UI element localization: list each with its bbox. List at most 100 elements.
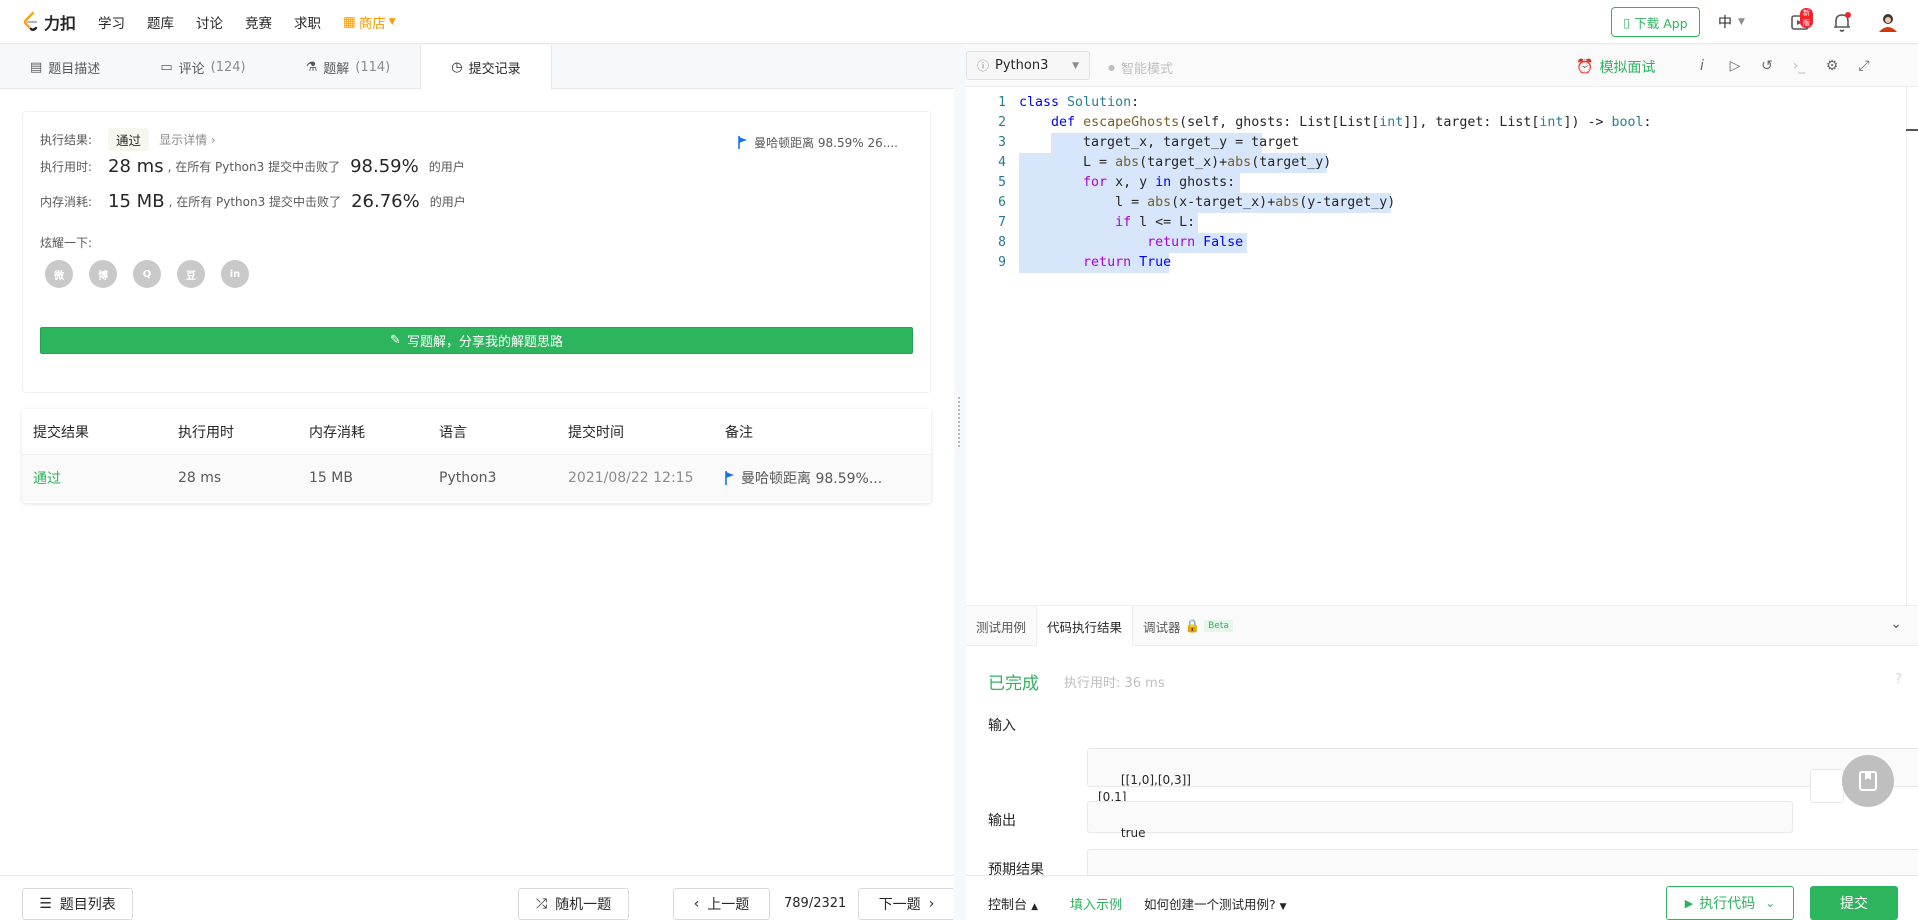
mock-interview-button[interactable]: ⏰ 模拟面试 [1576, 57, 1655, 77]
tab-label: 提交记录 [468, 62, 521, 77]
douban-icon[interactable]: 豆 [177, 260, 205, 288]
code-line: 4 L = abs(target_x)+abs(target_y) [966, 153, 1906, 173]
exec-result-row: 执行结果: 通过 显示详情 › [40, 128, 216, 151]
chevron-down-icon: ▼ [1738, 17, 1745, 27]
tab-label: 测试用例 [976, 619, 1027, 635]
output-label: 输出 [988, 813, 1016, 829]
nav-problems[interactable]: 题库 [147, 12, 174, 32]
memory-row: 内存消耗: 15 MB , 在所有 Python3 提交中击败了 26.76% … [40, 191, 466, 212]
memory-value: 15 MB [108, 191, 165, 212]
users-suffix: 的用户 [428, 160, 465, 174]
editor-scrollbar[interactable] [1906, 87, 1918, 605]
random-label: 随机一题 [555, 897, 612, 913]
code-editor[interactable]: 1 class Solution: 2 def escapeGhosts(sel… [966, 87, 1918, 647]
language-select-value: Python3 [995, 58, 1049, 73]
row-runtime: 28 ms [178, 470, 222, 486]
tab-submissions[interactable]: ◷ 提交记录 [420, 45, 552, 90]
tab-run-result[interactable]: 代码执行结果 [1036, 606, 1134, 646]
diff-toggle[interactable] [1810, 769, 1844, 803]
how-to-label: 如何创建一个测试用例? [1144, 897, 1276, 912]
notes-float-button[interactable] [1842, 755, 1894, 807]
bottom-bar-right: 控制台 ▲ 填入示例 如何创建一个测试用例? ▼ ▶ 执行代码 ⌄ 提交 [966, 875, 1918, 920]
info-icon[interactable]: i [1693, 57, 1711, 75]
play-icon[interactable]: ▷ [1726, 57, 1744, 75]
chevron-left-icon: ‹ [693, 896, 700, 912]
input-label: 输入 [988, 718, 1016, 734]
weibo-icon[interactable]: 博 [89, 260, 117, 288]
tab-description[interactable]: ▤ 题目描述 [0, 45, 130, 89]
header-time: 提交时间 [568, 424, 624, 441]
random-problem-button[interactable]: ⤮ 随机一题 [518, 888, 629, 920]
lock-icon: 🔒 [1184, 618, 1201, 633]
nav-contest[interactable]: 竞赛 [245, 12, 272, 32]
line-number: 2 [998, 115, 1006, 130]
submit-button[interactable]: 提交 [1810, 886, 1898, 920]
language-select[interactable]: ⓘ Python3 ▼ [966, 51, 1090, 80]
description-icon: ▤ [30, 59, 43, 75]
write-solution-button[interactable]: ✎ 写题解，分享我的解题思路 [40, 327, 913, 354]
console-tabs: 测试用例 代码执行结果 调试器 🔒 Beta ⌄ [966, 605, 1918, 646]
tab-solutions[interactable]: ⚗ 题解 (114) [276, 45, 421, 89]
flag-icon [738, 136, 748, 149]
memory-percent: 26.76% [351, 191, 420, 212]
tab-debugger[interactable]: 调试器 🔒 Beta [1133, 606, 1243, 646]
run-status: 已完成 [988, 674, 1039, 694]
line-number: 3 [998, 135, 1006, 150]
tab-label: 题解 [323, 61, 350, 77]
nav-shop[interactable]: ▦ 商店 ▼ [343, 12, 396, 32]
run-code-button[interactable]: ▶ 执行代码 ⌄ [1666, 886, 1794, 920]
tab-count: (124) [210, 59, 246, 75]
problem-list-button[interactable]: ☰ 题目列表 [22, 888, 133, 920]
row-submitted: 2021/08/22 12:15 [568, 470, 694, 486]
logo-text: 力扣 [44, 13, 77, 33]
bell-icon[interactable] [1830, 10, 1854, 34]
next-problem-button[interactable]: 下一题 › [858, 888, 955, 920]
nav-shop-label: 商店 [358, 15, 386, 32]
line-number: 8 [998, 235, 1006, 250]
input-value: [[1,0],[0,3]] [0,1] [1098, 773, 1191, 804]
header-memory: 内存消耗 [309, 424, 365, 441]
leetcode-logo-icon [23, 11, 38, 31]
collapse-chevron-icon[interactable]: ⌄ [1890, 616, 1902, 632]
runtime-percent: 98.59% [350, 156, 419, 177]
console-toggle[interactable]: 控制台 ▲ [988, 894, 1038, 913]
code-text: target_x, target_y = target [1019, 135, 1300, 150]
qq-icon[interactable]: Q [133, 260, 161, 288]
help-icon[interactable]: ? [1895, 672, 1902, 687]
tab-testcase[interactable]: 测试用例 [966, 606, 1036, 646]
download-app-button[interactable]: ▯ 下载 App [1611, 7, 1700, 37]
language-switcher[interactable]: 中 ▼ [1718, 12, 1745, 32]
table-row[interactable]: 通过 28 ms 15 MB Python3 2021/08/22 12:15 … [22, 455, 931, 501]
nav-learn[interactable]: 学习 [98, 12, 125, 32]
nav-jobs[interactable]: 求职 [294, 12, 321, 32]
wechat-icon[interactable]: 微 [45, 260, 73, 288]
code-line: 2 def escapeGhosts(self, ghosts: List[Li… [966, 113, 1906, 133]
tab-comments[interactable]: ▭ 评论 (124) [130, 45, 275, 89]
code-line: 9 return True [966, 253, 1906, 273]
row-result[interactable]: 通过 [22, 468, 178, 488]
avatar[interactable] [1876, 10, 1900, 34]
smart-mode-toggle[interactable]: ● 智能模式 [1108, 58, 1173, 77]
prev-label: 上一题 [707, 897, 750, 913]
prev-problem-button[interactable]: ‹ 上一题 [673, 888, 770, 920]
runtime-row: 执行用时: 28 ms , 在所有 Python3 提交中击败了 98.59% … [40, 156, 465, 177]
show-details-link[interactable]: 显示详情 › [159, 131, 216, 148]
code-text: L = abs(target_x)+abs(target_y) [1019, 155, 1332, 170]
row-note[interactable]: 曼哈顿距离 98.59%... [725, 468, 931, 488]
panel-resizer[interactable] [954, 45, 966, 920]
table-header: 提交结果 执行用时 内存消耗 语言 提交时间 备注 [22, 409, 931, 455]
settings-icon[interactable]: ⚙ [1823, 57, 1841, 75]
code-text: return False [1147, 235, 1244, 250]
nav-discuss[interactable]: 讨论 [196, 12, 223, 32]
logo[interactable]: 力扣 [22, 10, 76, 34]
playground-icon[interactable]: 新版 [1789, 8, 1813, 34]
terminal-icon[interactable]: ›_ [1790, 57, 1808, 75]
tab-label: 评论 [178, 61, 205, 77]
reset-icon[interactable]: ↺ [1758, 57, 1776, 75]
problem-list-label: 题目列表 [59, 897, 116, 913]
row-note-text: 曼哈顿距离 98.59%... [741, 471, 883, 487]
fill-example-link[interactable]: 填入示例 [1070, 894, 1122, 913]
how-to-testcase-link[interactable]: 如何创建一个测试用例? ▼ [1144, 894, 1287, 913]
fullscreen-icon[interactable]: ⤢ [1855, 57, 1873, 75]
linkedin-icon[interactable]: in [221, 260, 249, 288]
